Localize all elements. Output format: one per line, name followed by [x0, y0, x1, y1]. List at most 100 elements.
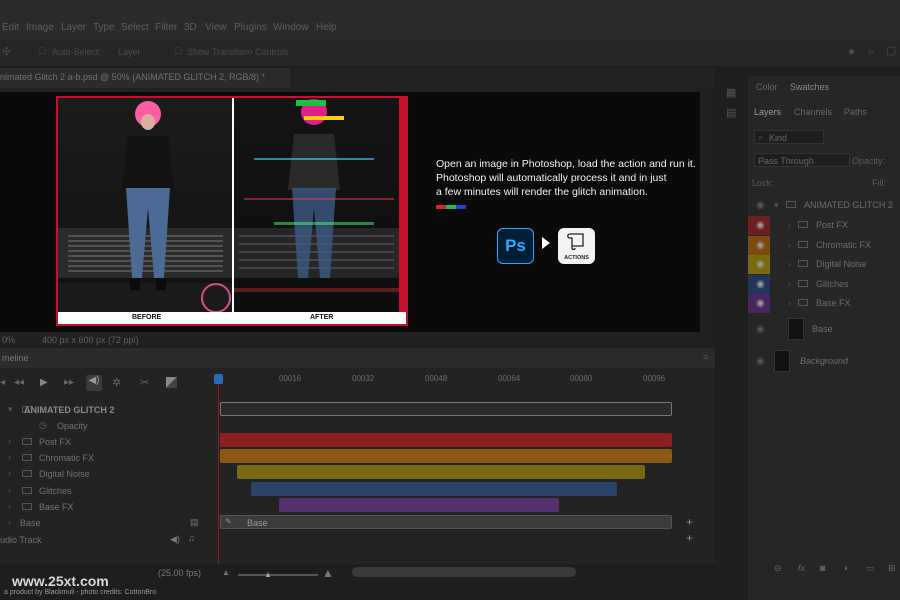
fps-label[interactable]: (25.00 fps): [158, 568, 201, 578]
user-icon[interactable]: ●: [848, 44, 855, 58]
visibility-eye-icon[interactable]: ◉: [756, 220, 765, 231]
music-note-icon[interactable]: ♫: [188, 533, 195, 543]
chevron-right-icon[interactable]: ›: [788, 298, 791, 308]
layer-row[interactable]: ◉ › Digital Noise: [748, 255, 900, 275]
timeline-group-row[interactable]: ▾ ANIMATED GLITCH 2: [0, 402, 215, 418]
layer-base[interactable]: ◉ Base: [748, 318, 900, 342]
workspace-icon[interactable]: ▢: [886, 44, 896, 57]
chevron-right-icon[interactable]: ›: [788, 259, 791, 269]
layer-background[interactable]: ◉ Background: [748, 350, 900, 374]
visibility-eye-icon[interactable]: ◉: [756, 200, 765, 211]
link-icon[interactable]: ⊖: [774, 563, 782, 574]
track-digital-noise[interactable]: › Digital Noise: [0, 466, 215, 482]
add-audio-icon[interactable]: +: [686, 531, 693, 545]
tab-swatches[interactable]: Swatches: [790, 82, 829, 92]
search-icon[interactable]: ⌕: [868, 44, 875, 59]
tab-paths[interactable]: Paths: [844, 107, 867, 117]
next-frame-icon[interactable]: ▸▸: [64, 377, 74, 388]
zoom-slider-track[interactable]: [238, 574, 318, 576]
track-chromatic-fx[interactable]: › Chromatic FX: [0, 450, 215, 466]
track-base[interactable]: › Base ▤: [0, 515, 215, 531]
timeline-scrollbar[interactable]: [352, 567, 576, 577]
add-media-icon[interactable]: +: [686, 515, 693, 529]
transition-icon[interactable]: [166, 377, 177, 388]
menu-type[interactable]: Type: [93, 22, 115, 33]
menu-filter[interactable]: Filter: [155, 22, 177, 33]
zoom-out-icon[interactable]: ▲: [222, 568, 230, 577]
split-scissors-icon[interactable]: ✂: [140, 376, 149, 389]
transform-controls-checkbox[interactable]: ☐: [174, 46, 182, 57]
chevron-right-icon[interactable]: ›: [8, 468, 11, 478]
visibility-eye-icon[interactable]: ◉: [756, 324, 765, 335]
layer-row[interactable]: ◉ › Post FX: [748, 216, 900, 236]
menu-layer[interactable]: Layer: [61, 22, 86, 33]
chevron-right-icon[interactable]: ›: [8, 452, 11, 462]
visibility-eye-icon[interactable]: ◉: [756, 279, 765, 290]
clip-base-fx[interactable]: [279, 498, 559, 512]
move-tool-icon[interactable]: ✣: [2, 45, 11, 58]
menu-3d[interactable]: 3D: [184, 22, 197, 33]
document-tab[interactable]: nimated Glitch 2 a-b.psd @ 50% (ANIMATED…: [0, 68, 290, 88]
tab-layers[interactable]: Layers: [754, 107, 781, 117]
chevron-right-icon[interactable]: ›: [788, 220, 791, 230]
panel-menu-icon[interactable]: ≡: [703, 352, 708, 362]
previous-frame-icon[interactable]: ◂◂: [14, 377, 24, 388]
layer-row[interactable]: ◉ › Base FX: [748, 294, 900, 314]
opacity-row[interactable]: ◷ Opacity: [0, 418, 215, 434]
play-icon[interactable]: ▶: [40, 377, 48, 388]
settings-gear-icon[interactable]: ✲: [112, 376, 121, 389]
tab-channels[interactable]: Channels: [794, 107, 832, 117]
fill-label[interactable]: Fill:: [872, 178, 886, 188]
clip-glitches[interactable]: [251, 482, 617, 496]
adjustment-icon[interactable]: ◐: [844, 563, 849, 573]
first-frame-icon[interactable]: ◂: [0, 377, 5, 388]
layer-filter-dropdown[interactable]: ⌕ Kind: [754, 130, 824, 144]
chevron-right-icon[interactable]: ›: [8, 436, 11, 446]
menu-view[interactable]: View: [205, 22, 227, 33]
layer-row[interactable]: ◉ › Glitches: [748, 274, 900, 295]
clip-digital-noise[interactable]: [237, 465, 645, 479]
group-clip[interactable]: [220, 402, 672, 416]
chevron-right-icon[interactable]: ›: [8, 517, 11, 527]
visibility-eye-icon[interactable]: ◉: [756, 356, 765, 367]
layer-select-dropdown[interactable]: Layer: [118, 47, 141, 57]
chevron-down-icon[interactable]: ▾: [8, 404, 13, 415]
layer-row[interactable]: ◉ › Chromatic FX: [748, 235, 900, 256]
chevron-right-icon[interactable]: ›: [8, 485, 11, 495]
visibility-eye-icon[interactable]: ◉: [756, 259, 765, 270]
new-layer-icon[interactable]: ⊞: [888, 563, 896, 574]
auto-select-checkbox[interactable]: ☐: [38, 46, 46, 57]
track-glitches[interactable]: › Glitches: [0, 483, 215, 499]
fx-icon[interactable]: fx: [798, 563, 805, 573]
zoom-level[interactable]: 0%: [2, 335, 15, 345]
playhead-handle[interactable]: [214, 374, 223, 384]
mask-icon[interactable]: ◙: [820, 563, 825, 573]
clip-base[interactable]: ✎ Base: [220, 515, 672, 529]
track-base-fx[interactable]: › Base FX: [0, 499, 215, 515]
speaker-icon[interactable]: ◀): [170, 534, 180, 545]
track-post-fx[interactable]: › Post FX: [0, 434, 215, 450]
visibility-eye-icon[interactable]: ◉: [756, 298, 765, 309]
tab-color[interactable]: Color: [756, 82, 778, 92]
new-group-icon[interactable]: ▭: [866, 563, 875, 574]
menu-window[interactable]: Window: [273, 22, 309, 33]
clip-chromatic-fx[interactable]: [220, 449, 672, 463]
chevron-down-icon[interactable]: ▾: [774, 200, 779, 211]
menu-image[interactable]: Image: [26, 22, 54, 33]
visibility-eye-icon[interactable]: ◉: [756, 240, 765, 251]
opacity-field-label[interactable]: Opacity:: [852, 156, 885, 166]
history-icon[interactable]: ▦: [726, 86, 736, 99]
timeline-ruler[interactable]: 00016 00032 00048 00064 00080 00096: [217, 368, 687, 398]
blend-mode-dropdown[interactable]: Pass Through: [754, 153, 850, 167]
track-audio[interactable]: udio Track ◀) ♫: [0, 532, 215, 548]
menu-plugins[interactable]: Plugins: [234, 22, 267, 33]
playhead[interactable]: [218, 375, 219, 565]
chevron-right-icon[interactable]: ›: [8, 501, 11, 511]
film-icon[interactable]: ▤: [190, 517, 199, 528]
stopwatch-icon[interactable]: ◷: [39, 420, 47, 431]
zoom-in-icon[interactable]: ▲: [322, 566, 334, 580]
zoom-slider-thumb[interactable]: ▲: [264, 570, 272, 579]
chevron-right-icon[interactable]: ›: [788, 279, 791, 289]
chevron-right-icon[interactable]: ›: [788, 240, 791, 250]
clip-post-fx[interactable]: [220, 433, 672, 447]
